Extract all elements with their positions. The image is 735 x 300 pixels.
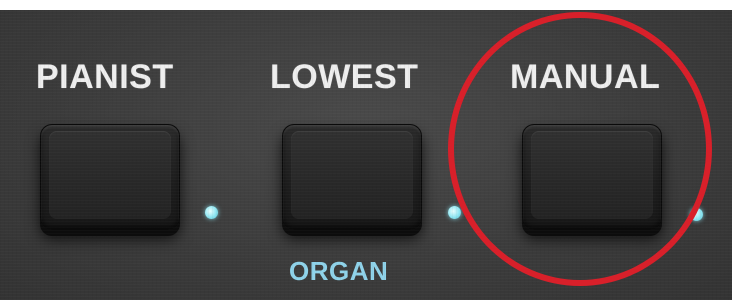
organ-sublabel: ORGAN: [289, 256, 389, 286]
control-panel: PIANIST LOWEST ORGAN MANUAL: [0, 10, 732, 300]
pianist-button[interactable]: [40, 124, 180, 230]
manual-led-indicator: [690, 208, 703, 221]
pianist-led-indicator: [205, 206, 218, 219]
lowest-button[interactable]: [282, 124, 422, 230]
manual-button[interactable]: [522, 124, 662, 230]
pianist-label: PIANIST: [36, 58, 174, 96]
lowest-led-indicator: [448, 206, 461, 219]
lowest-label: LOWEST: [270, 58, 419, 96]
manual-label: MANUAL: [510, 58, 661, 96]
